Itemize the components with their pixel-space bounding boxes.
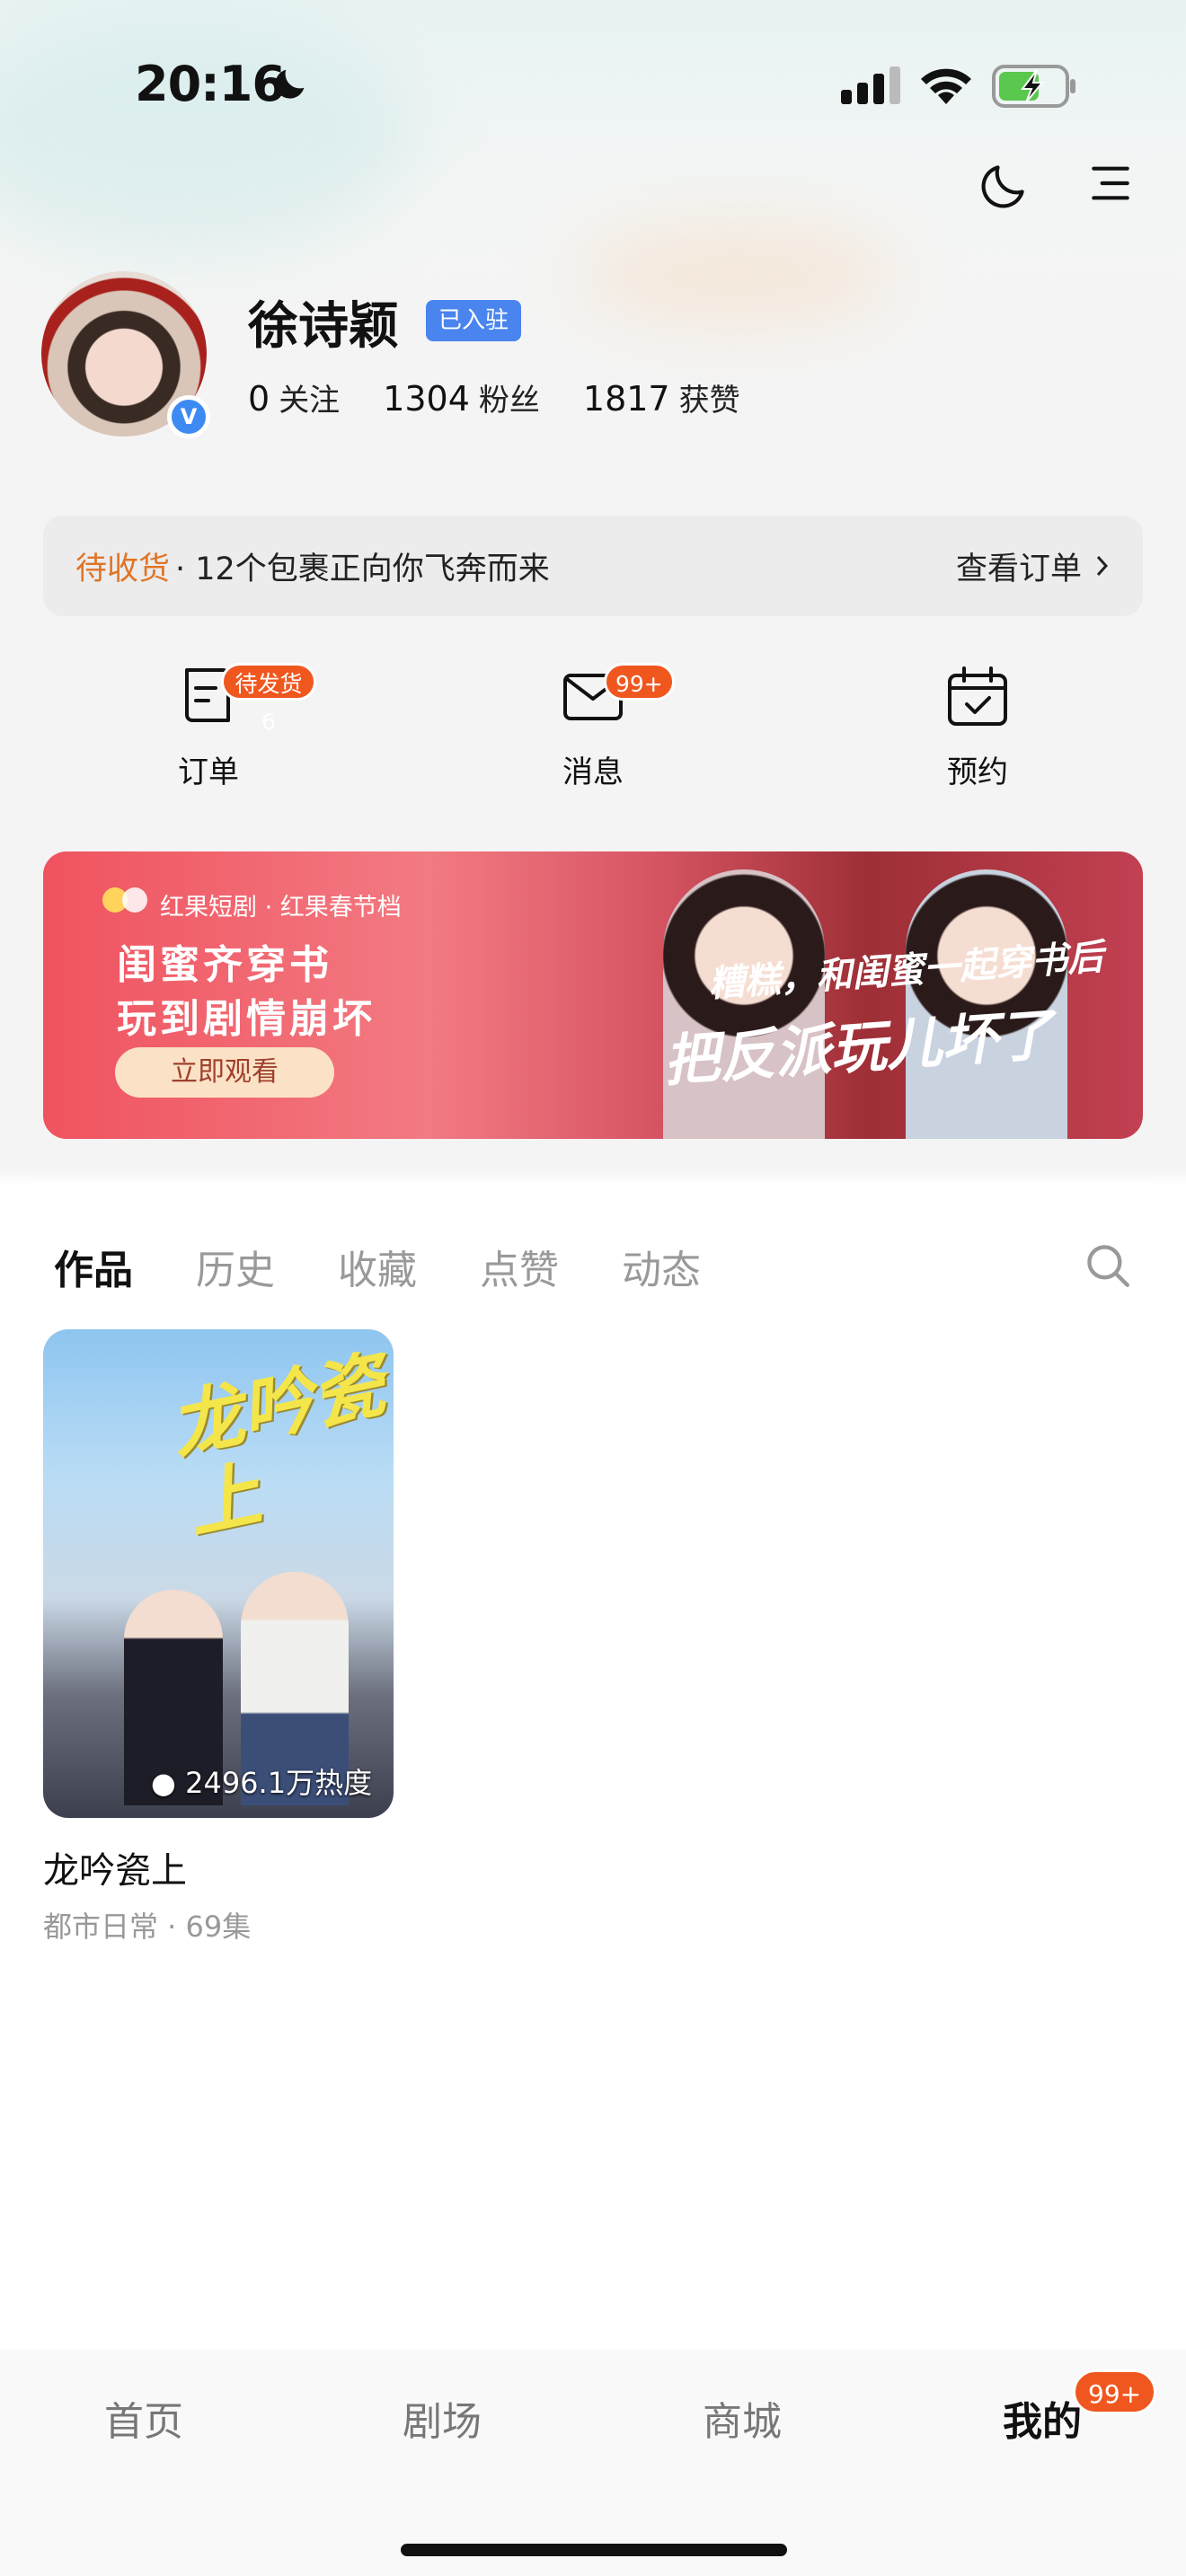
quick-action-messages[interactable]: 99+ 消息	[485, 663, 701, 791]
tab-activity[interactable]: 动态	[622, 1238, 701, 1295]
tab-theater[interactable]: 剧场	[343, 2389, 541, 2447]
fans-count: 1304	[383, 379, 470, 419]
work-poster[interactable]: 龙吟瓷上 ● 2496.1万热度	[43, 1329, 394, 1818]
do-not-disturb-icon	[275, 69, 305, 99]
status-bar: 20:16	[0, 0, 1186, 171]
banner-headline-1: 闺蜜齐穿书	[117, 942, 332, 988]
night-mode-icon[interactable]	[976, 158, 1031, 214]
bottom-tab-bar	[0, 2350, 1186, 2576]
likes-stat[interactable]: 1817 获赞	[583, 375, 740, 419]
order-message: · 12个包裹正向你飞奔而来	[175, 551, 550, 587]
tab-home[interactable]: 首页	[45, 2389, 243, 2447]
view-orders-label: 查看订单	[955, 551, 1082, 587]
fans-stat[interactable]: 1304 粉丝	[383, 375, 540, 419]
user-name: 徐诗颖	[248, 297, 399, 356]
search-icon[interactable]	[1082, 1239, 1134, 1292]
fans-label: 粉丝	[478, 383, 540, 419]
calendar-icon	[948, 666, 1007, 726]
banner-brand: 红果短剧 · 红果春节档	[160, 894, 402, 922]
tab-mall[interactable]: 商城	[643, 2389, 841, 2447]
poster-heat-value: 2496.1万热度	[185, 1766, 373, 1800]
likes-label: 获赞	[678, 383, 740, 419]
content-tabs: 作品 历史 收藏 点赞 动态	[54, 1238, 701, 1295]
following-count: 0	[248, 379, 270, 419]
poster-title: 龙吟瓷上	[163, 1343, 392, 1548]
reservations-label: 预约	[947, 754, 1008, 790]
cellular-signal-icon	[841, 66, 900, 104]
menu-icon[interactable]	[1085, 158, 1136, 208]
app-logo-icon	[102, 887, 147, 913]
promo-banner[interactable]: 红果短剧 · 红果春节档 闺蜜齐穿书 玩到剧情崩坏 立即观看 糟糕，和闺蜜一起穿…	[43, 851, 1143, 1139]
background-glow-peach	[575, 225, 898, 323]
tab-favorites[interactable]: 收藏	[338, 1238, 417, 1295]
me-tab-badge: 99+	[1073, 2369, 1157, 2414]
orders-label: 订单	[178, 754, 239, 790]
pending-receipt-label: 待收货	[75, 551, 171, 587]
profile-stats: 0 关注 1304 粉丝 1817 获赞	[248, 375, 740, 419]
pending-shipment-badge: 待发货6	[221, 663, 316, 735]
following-stat[interactable]: 0 关注	[248, 375, 340, 419]
tab-likes[interactable]: 点赞	[480, 1238, 559, 1295]
tab-history[interactable]: 历史	[196, 1238, 275, 1295]
order-status-bar[interactable]: 待收货 · 12个包裹正向你飞奔而来 查看订单	[43, 516, 1143, 616]
tab-works[interactable]: 作品	[54, 1238, 133, 1295]
quick-action-orders[interactable]: 待发货6 订单	[101, 663, 316, 791]
battery-charging-icon	[992, 65, 1075, 108]
following-label: 关注	[279, 383, 341, 419]
chevron-right-icon	[1096, 555, 1109, 577]
watch-now-button[interactable]: 立即观看	[115, 1047, 334, 1098]
messages-badge: 99+	[604, 663, 675, 701]
verified-badge: V	[167, 395, 210, 438]
quick-action-reservations[interactable]: 预约	[870, 665, 1085, 791]
flame-icon: ●	[151, 1766, 176, 1800]
likes-count: 1817	[582, 379, 670, 419]
home-indicator[interactable]	[401, 2544, 787, 2556]
messages-label: 消息	[562, 754, 624, 790]
poster-heat: ● 2496.1万热度	[151, 1760, 372, 1802]
status-time: 20:16	[135, 56, 286, 112]
wifi-icon	[921, 68, 971, 104]
work-subtitle: 都市日常 · 69集	[43, 1910, 252, 1944]
view-orders-link[interactable]: 查看订单	[956, 543, 1111, 589]
banner-headline-2: 玩到剧情崩坏	[117, 996, 376, 1042]
joined-badge: 已入驻	[426, 300, 522, 341]
work-title[interactable]: 龙吟瓷上	[43, 1841, 187, 1893]
